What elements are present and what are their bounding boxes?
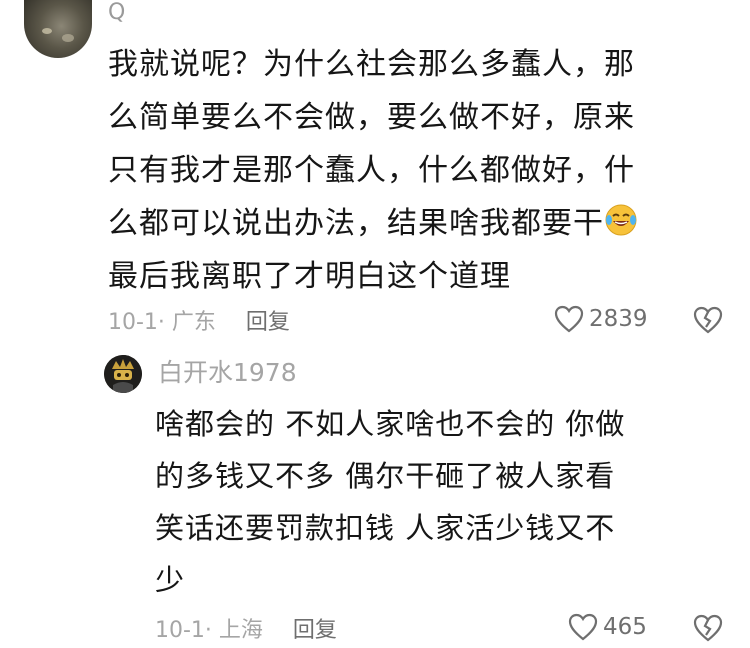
reply-text: 啥都会的 不如人家啥也不会的 你做 的多钱又不多 偶尔干砸了被人家看 笑话还要罚…	[155, 407, 626, 597]
commenter-username[interactable]: Q	[108, 0, 125, 26]
comment-meta: 10-1· 广东 回复	[108, 304, 290, 336]
reply-like-button[interactable]: 465	[567, 612, 647, 642]
reply-username[interactable]: 白开水1978	[158, 358, 297, 388]
commenter-avatar[interactable]	[24, 0, 92, 58]
comment-body-end: 最后我离职了才明白这个道理	[108, 259, 511, 294]
broken-heart-outline-icon[interactable]	[692, 305, 724, 335]
heart-outline-icon	[568, 613, 598, 641]
laughing-crying-emoji-icon	[605, 204, 637, 236]
avatar-detail	[42, 28, 52, 34]
avatar-detail	[62, 34, 74, 42]
reply-like-count: 465	[603, 614, 647, 640]
reply-reply-button[interactable]: 回复	[293, 612, 337, 644]
comment-text: 我就说呢？为什么社会那么多蠢人，那 么简单要么不会做，要么做不好，原来 只有我才…	[108, 38, 718, 303]
reply-avatar[interactable]	[104, 355, 142, 393]
reply-meta: 10-1· 上海 回复	[155, 612, 337, 644]
avatar-image	[104, 355, 142, 393]
comment-body: 我就说呢？为什么社会那么多蠢人，那 么简单要么不会做，要么做不好，原来 只有我才…	[108, 47, 635, 241]
comment-reply-button[interactable]: 回复	[246, 304, 290, 336]
heart-outline-icon	[554, 305, 584, 333]
broken-heart-outline-icon[interactable]	[692, 613, 724, 643]
comment-like-button[interactable]: 2839	[553, 304, 648, 334]
comment-like-count: 2839	[589, 306, 648, 332]
reply-date-location: 10-1· 上海	[155, 618, 263, 643]
comment-date-location: 10-1· 广东	[108, 310, 216, 335]
